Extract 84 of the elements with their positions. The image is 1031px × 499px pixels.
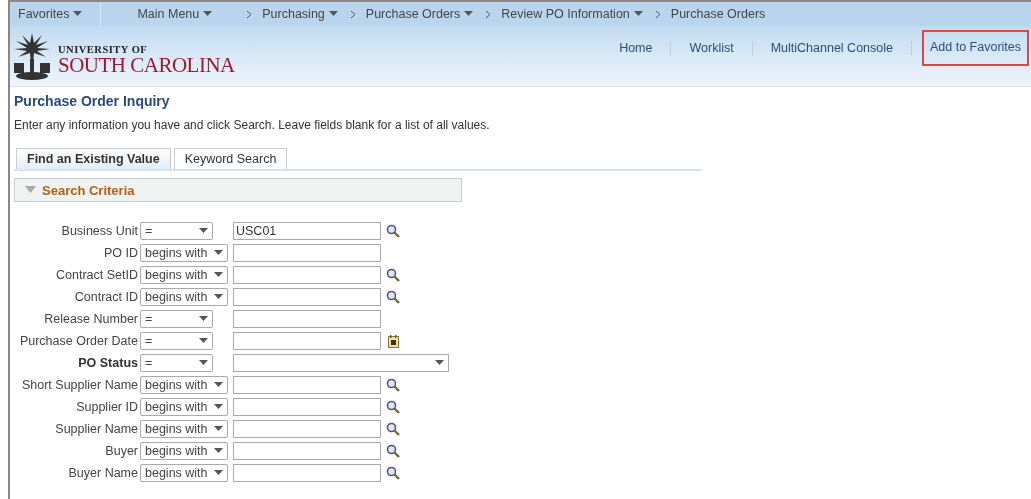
input-field[interactable] [233,310,381,328]
header-link[interactable]: Home [611,35,661,61]
dropdown-arrow-icon [214,448,223,454]
input-field[interactable] [233,398,381,416]
input-field[interactable] [233,420,381,438]
input-field[interactable] [233,464,381,482]
operator-dropdown[interactable]: = [140,332,213,350]
dropdown-arrow-icon [214,294,223,300]
status-dropdown[interactable] [233,354,449,372]
dropdown-arrow-icon [214,272,223,278]
caret-icon [328,11,338,17]
field-label: PO ID [102,246,138,260]
input-field[interactable]: USC01 [233,222,381,240]
operator-dropdown[interactable]: begins with [140,288,228,306]
breadcrumb-link[interactable]: Main Menu [137,7,213,21]
tab[interactable]: Find an Existing Value [16,148,171,169]
collapse-icon[interactable] [25,186,36,194]
search-icon[interactable] [386,400,400,414]
field-label: Contract SetID [55,268,138,282]
page-title: Purchase Order Inquiry [14,93,171,109]
instructions-text: Enter any information you have and click Search. Leave fields blank for a list of all values. [14,118,491,132]
search-icon[interactable] [386,268,400,282]
field-label: Buyer [104,444,138,458]
field-label: Contract ID [73,290,138,304]
operator-dropdown[interactable]: begins with [140,376,228,394]
dropdown-arrow-icon [199,338,208,344]
input-field[interactable] [233,442,381,460]
logo-text: UNIVERSITY OF [58,44,149,55]
caret-icon [464,11,474,17]
input-field[interactable] [233,376,381,394]
dropdown-arrow-icon [199,228,208,234]
field-label: Release Number [43,312,138,326]
field-label: PO Status [77,356,138,370]
field-label: Short Supplier Name [20,378,138,392]
dropdown-arrow-icon [214,404,223,410]
operator-dropdown[interactable]: begins with [140,244,228,262]
header-link[interactable]: MultiChannel Console [762,35,901,61]
operator-dropdown[interactable]: begins with [140,420,228,438]
chevron-icon [246,9,253,19]
breadcrumb-link[interactable]: Review PO Information [485,7,643,21]
dropdown-arrow-icon [214,382,223,388]
search-icon[interactable] [386,466,400,480]
breadcrumb-link[interactable]: Purchasing [246,7,338,21]
caret-icon [73,11,83,17]
dropdown-arrow-icon [214,250,223,256]
search-icon[interactable] [386,378,400,392]
section-header[interactable]: Search Criteria [14,178,462,202]
search-icon[interactable] [386,422,400,436]
search-icon[interactable] [386,290,400,304]
caret-icon [203,11,213,17]
breadcrumb-link[interactable]: Purchase Orders [654,7,766,21]
input-field[interactable] [233,288,381,306]
search-icon[interactable] [386,444,400,458]
chevron-icon [349,9,356,19]
search-icon[interactable] [386,224,400,238]
input-field[interactable] [233,266,381,284]
dropdown-arrow-icon [199,316,208,322]
field-label: Business Unit [60,224,138,238]
operator-dropdown[interactable]: begins with [140,266,228,284]
caret-icon [633,11,643,17]
breadcrumb-link[interactable]: Purchase Orders [349,7,474,21]
dropdown-arrow-icon [435,360,444,366]
header-link[interactable]: Add to Favorites [922,30,1029,66]
logo-text: SOUTH CAROLINA [58,55,235,75]
calendar-icon[interactable] [387,334,399,348]
operator-dropdown[interactable]: = [140,310,213,328]
dropdown-arrow-icon [214,426,223,432]
field-label: Supplier Name [54,422,138,436]
field-label: Buyer Name [67,466,138,480]
input-field[interactable] [233,244,381,262]
operator-dropdown[interactable]: begins with [140,442,228,460]
tab[interactable]: Keyword Search [173,148,288,169]
chevron-icon [654,9,661,19]
chevron-icon [485,9,492,19]
operator-dropdown[interactable]: begins with [140,398,228,416]
operator-dropdown[interactable]: begins with [140,464,228,482]
header-link[interactable]: Worklist [681,35,742,61]
field-label: Purchase Order Date [18,334,138,348]
dropdown-arrow-icon [199,360,208,366]
input-field[interactable] [233,332,381,350]
dropdown-arrow-icon [214,470,223,476]
operator-dropdown[interactable]: = [140,222,213,240]
field-label: Supplier ID [75,400,138,414]
operator-dropdown[interactable]: = [140,354,213,372]
